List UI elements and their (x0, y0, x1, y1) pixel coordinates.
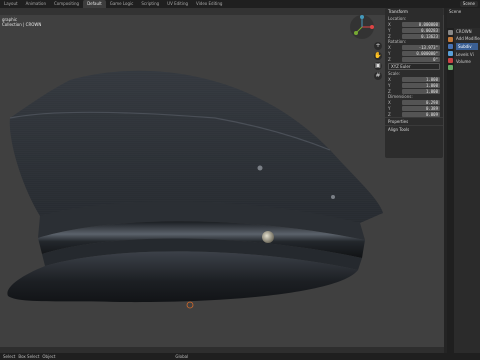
modifier-subdiv[interactable]: Subdiv (456, 43, 478, 50)
axis-y-label: Y (388, 50, 391, 56)
levels-viewport-field[interactable]: Levels Vi (454, 51, 480, 58)
3d-cursor[interactable] (186, 301, 194, 309)
rotation-y-field[interactable]: 0.000000° (402, 50, 440, 56)
volume-panel[interactable]: Volume (454, 58, 480, 65)
align-tools-panel-toggle[interactable]: Align Tools (385, 125, 443, 133)
tab-uv-editing[interactable]: UV Editing (163, 0, 192, 8)
tab-compositing[interactable]: Compositing (50, 0, 83, 8)
rotation-mode-select[interactable]: XYZ Euler (388, 63, 440, 70)
location-z-field[interactable]: 0.13623 (402, 33, 440, 39)
axis-z-label: Z (388, 33, 391, 39)
scale-y-row: Y 1.000 (385, 82, 443, 88)
axis-y-label: Y (388, 27, 391, 33)
axis-z-label: Z (388, 111, 391, 117)
zoom-icon[interactable]: + (374, 42, 382, 50)
tab-default[interactable]: Default (83, 0, 106, 8)
transform-header[interactable]: Transform (385, 8, 443, 16)
pan-hand-icon[interactable]: ✋ (374, 52, 382, 60)
axis-y-label: Y (388, 82, 391, 88)
axis-x-label: X (388, 44, 391, 50)
navigation-gizmo[interactable] (349, 14, 375, 40)
scale-y-field[interactable]: 1.000 (402, 82, 440, 88)
scene-selector[interactable]: Scene (459, 1, 478, 7)
eyelet-side (331, 195, 335, 199)
hat-button (262, 231, 274, 243)
properties-editor: CROWN Add Modifier Subdiv Levels Vi Volu… (454, 28, 480, 353)
rotation-z-field[interactable]: 0° (402, 56, 440, 62)
status-object: Object (42, 354, 56, 359)
scale-x-row: X 1.000 (385, 76, 443, 82)
physics-tab-icon[interactable] (448, 51, 453, 56)
dimensions-z-row: Z 0.009 (385, 111, 443, 117)
outliner[interactable]: Scene (447, 8, 480, 28)
rotation-x-row: X -13.973° (385, 44, 443, 50)
axis-z-label: Z (388, 56, 391, 62)
tool-tab-icon[interactable] (448, 30, 453, 35)
dimensions-y-row: Y 0.389 (385, 105, 443, 111)
location-y-row: Y 0.00283 (385, 27, 443, 33)
rotation-x-field[interactable]: -13.973° (402, 44, 440, 50)
tab-animation[interactable]: Animation (22, 0, 50, 8)
rotation-y-row: Y 0.000000° (385, 50, 443, 56)
properties-tabs (447, 28, 454, 353)
tab-layout[interactable]: Layout (0, 0, 22, 8)
outliner-scene-label: Scene (449, 9, 462, 14)
material-tab-icon[interactable] (448, 58, 453, 63)
rotation-z-row: Z 0° (385, 56, 443, 62)
axis-x-label: X (388, 99, 391, 105)
add-modifier-button[interactable]: Add Modifier (454, 35, 480, 42)
status-box-select: Box Select (18, 354, 40, 359)
status-bar: Select Box Select Object Global (0, 353, 480, 360)
status-select: Select (3, 354, 16, 359)
camera-icon[interactable]: ▣ (374, 62, 382, 70)
scale-x-field[interactable]: 1.000 (402, 76, 440, 82)
eyelet-front (257, 165, 263, 171)
3d-viewport[interactable]: graphic Collection | CROWN + ✋ ▣ # (0, 8, 446, 353)
dimensions-x-field[interactable]: 0.298 (402, 99, 440, 105)
tab-scripting[interactable]: Scripting (137, 0, 163, 8)
axis-y-label: Y (388, 105, 391, 111)
location-x-row: X 0.000000 (385, 21, 443, 27)
dimensions-y-field[interactable]: 0.389 (402, 105, 440, 111)
hat-crown (9, 70, 383, 224)
modifier-tab-icon[interactable] (448, 44, 453, 49)
axis-x-label: X (388, 76, 391, 82)
dimensions-z-field[interactable]: 0.009 (402, 111, 440, 117)
object-name: CROWN (456, 29, 472, 34)
tab-video-editing[interactable]: Video Editing (192, 0, 226, 8)
scale-z-field[interactable]: 1.000 (402, 88, 440, 94)
location-x-field[interactable]: 0.000000 (402, 21, 440, 27)
transform-orientation[interactable]: Global (175, 353, 188, 360)
dimensions-x-row: X 0.298 (385, 99, 443, 105)
grid-icon[interactable]: # (374, 72, 382, 80)
location-y-field[interactable]: 0.00283 (402, 27, 440, 33)
object-tab-icon[interactable] (448, 37, 453, 42)
workspace-tabs: Layout Animation Compositing Default Gam… (0, 0, 480, 8)
sidebar-transform-panel: Transform Location: X 0.000000 Y 0.00283 Z… (385, 8, 443, 158)
properties-panel-toggle[interactable]: Properties (385, 117, 443, 125)
axis-x-label: X (388, 21, 391, 27)
tab-game-logic[interactable]: Game Logic (106, 0, 138, 8)
texture-tab-icon[interactable] (448, 65, 453, 70)
axis-z-label: Z (388, 88, 391, 94)
